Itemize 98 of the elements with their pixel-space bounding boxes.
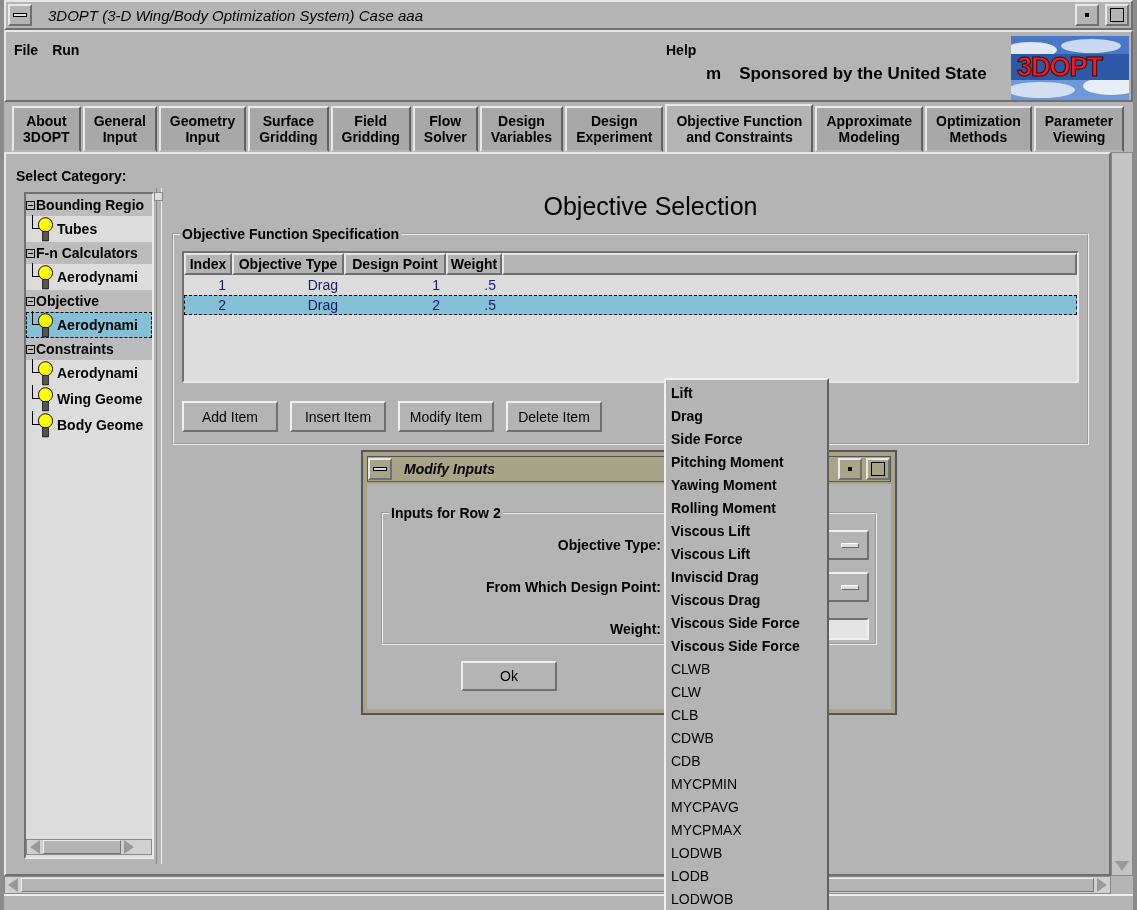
tab[interactable]: Design Variables [479,106,564,152]
page-title: Objective Selection [542,192,759,221]
tab[interactable]: Parameter Viewing [1033,106,1125,152]
logo-text: 3DOPT [1017,52,1103,83]
menu-option[interactable]: CLW [671,681,702,704]
tab[interactable]: Field Gridding [330,106,411,152]
menu-option[interactable]: Drag [671,405,703,428]
action-button[interactable]: Delete Item [506,401,602,432]
menu-option[interactable]: MYCPMIN [671,773,738,796]
menu-option[interactable]: LODWOB [671,888,734,910]
group-title: Inputs for Row 2 [389,505,503,521]
table-cell-text: .5 [483,276,497,295]
maximize-button[interactable] [866,458,890,480]
action-button[interactable]: Modify Item [398,401,494,432]
column-header[interactable]: Index [184,253,232,275]
tree-item[interactable]: Tubes [26,216,152,242]
banner-mark: m [706,64,722,84]
minimize-button[interactable] [1075,4,1099,26]
menu-option[interactable]: Inviscid Drag [671,566,759,589]
lightbulb-icon [37,386,54,412]
menu-option[interactable]: CLB [671,704,699,727]
menu-option[interactable]: MYCPAVG [671,796,739,819]
menu-item[interactable]: Run [52,42,80,58]
lightbulb-icon [37,216,54,242]
category-label: Select Category: [16,168,128,184]
menu-item[interactable]: File [14,42,39,58]
sponsor-text: Sponsored by the United State [739,64,987,84]
tree-item[interactable]: Wing Geome [26,386,152,412]
menu-option[interactable]: Pitching Moment [671,451,784,474]
menu-option[interactable]: Rolling Moment [671,497,776,520]
field-label: Objective Type: [557,537,661,553]
field-label: Weight: [609,620,661,637]
scrollbar[interactable] [26,839,152,855]
menu-option[interactable]: CDB [671,750,701,773]
lightbulb-icon [37,360,54,386]
window-menu-button[interactable] [8,4,32,26]
tree-group[interactable]: Constraints [26,338,152,360]
menu-option[interactable]: CLWB [671,658,711,681]
menu-option[interactable]: Lift [671,382,693,405]
menu-item[interactable]: Help [666,42,697,58]
collapse-icon[interactable] [26,200,35,210]
menu-option[interactable]: Side Force [671,428,743,451]
menu-option[interactable]: Viscous Side Force [671,612,800,635]
tab[interactable]: Objective Function and Constraints [665,104,814,152]
lightbulb-icon [37,264,54,290]
table-cell-text: 2 [217,296,227,315]
menu-option[interactable]: Viscous Side Force [671,635,800,658]
table-cell-text: 2 [431,296,441,315]
tab[interactable]: Surface Gridding [248,106,329,152]
field-label: From Which Design Point: [486,579,661,595]
column-header[interactable]: Objective Type [232,253,344,275]
tab[interactable]: About 3DOPT [12,106,81,152]
tab[interactable]: Optimization Methods [925,106,1032,152]
menu-option[interactable]: CDWB [671,727,714,750]
maximize-button[interactable] [1105,4,1129,26]
table-row[interactable]: 1 Drag 1 .5 [184,275,1077,295]
tab[interactable]: Design Experiment [565,106,664,152]
dialog-title: Modify Inputs [404,461,495,477]
collapse-icon[interactable] [26,344,35,354]
window-title: 3DOPT (3-D Wing/Body Optimization System) Case aaa [47,6,424,24]
tab[interactable]: Approximate Modeling [815,106,923,152]
action-button[interactable]: Add Item [182,401,278,432]
scrollbar[interactable] [1111,152,1133,876]
lightbulb-icon [37,412,54,438]
action-button[interactable]: Insert Item [290,401,386,432]
tree-group[interactable]: Bounding Regio [26,194,152,216]
tab[interactable]: Flow Solver [412,106,478,152]
group-title: Objective Function Specification [180,226,402,242]
tree-item[interactable]: Aerodynami [26,360,152,386]
tree-group[interactable]: F-n Calculators [26,242,152,264]
menu-option[interactable]: Viscous Lift [671,520,751,543]
table-cell-text: 1 [217,276,227,295]
menu-option[interactable]: Yawing Moment [671,474,777,497]
column-header[interactable]: Weight [446,253,502,275]
splitter-handle[interactable] [154,192,163,201]
menu-option[interactable]: Viscous Lift [671,543,751,566]
collapse-icon[interactable] [26,248,35,258]
tree-item[interactable]: Aerodynami [26,312,152,338]
lightbulb-icon [37,312,54,338]
tab[interactable]: Geometry Input [158,106,247,152]
tab[interactable]: General Input [82,106,157,152]
table-cell-text: .5 [483,296,497,315]
minimize-button[interactable] [838,458,862,480]
table-row[interactable]: 2 Drag 2 .5 [184,295,1077,315]
tree-group[interactable]: Objective [26,290,152,312]
ok-button[interactable]: Ok [461,661,557,691]
menu-option[interactable]: MYCPMAX [671,819,742,842]
menu-option[interactable]: LODB [671,865,710,888]
menu-option[interactable]: Viscous Drag [671,589,761,612]
tree-item[interactable]: Aerodynami [26,264,152,290]
window-menu-button[interactable] [368,458,392,480]
tree-item[interactable]: Body Geome [26,412,152,438]
menu-option[interactable]: LODWB [671,842,723,865]
collapse-icon[interactable] [26,296,35,306]
column-header[interactable]: Design Point [344,253,446,275]
table-cell-text: Drag [306,276,339,295]
table-cell-text: Drag [306,296,339,315]
table-cell-text: 1 [431,276,441,295]
